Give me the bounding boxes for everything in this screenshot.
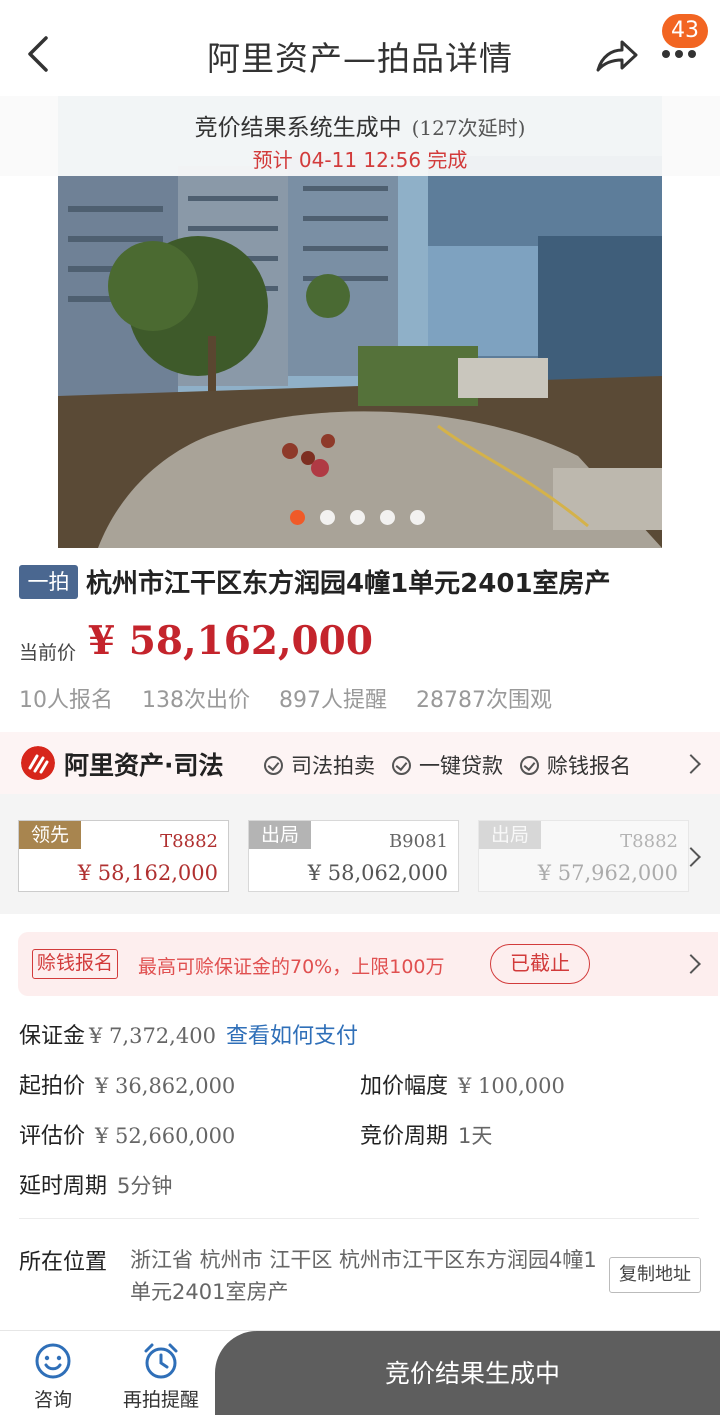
chevron-right-icon[interactable] bbox=[681, 954, 701, 974]
alarm-clock-icon bbox=[144, 1343, 178, 1379]
start-price-value: ¥ 36,862,000 bbox=[95, 1074, 236, 1098]
carousel-dot[interactable] bbox=[350, 510, 365, 525]
bidder-code: T8882 bbox=[160, 831, 218, 852]
credit-registration-banner[interactable]: 赊钱报名 最高可赊保证金的70%，上限100万 已截止 bbox=[18, 932, 718, 996]
credit-registration-text: 最高可赊保证金的70%，上限100万 bbox=[138, 956, 445, 978]
top-nav: 阿里资产—拍品详情 43 bbox=[0, 0, 720, 96]
brand-bar[interactable]: 阿里资产·司法 司法拍卖 一键贷款 赊钱报名 bbox=[0, 732, 720, 794]
item-title: 杭州市江干区东方润园4幢1单元2401室房产 bbox=[86, 569, 611, 599]
deposit-value: ¥ 7,372,400 bbox=[89, 1024, 216, 1048]
bid-amount: ¥ 58,162,000 bbox=[77, 861, 218, 885]
bid-status: 出局 bbox=[479, 821, 541, 849]
check-circle-icon bbox=[520, 756, 539, 775]
brand-name: 阿里资产·司法 bbox=[64, 751, 224, 780]
bid-amount: ¥ 57,962,000 bbox=[537, 861, 678, 885]
stat-registrations: 10人报名 bbox=[19, 688, 113, 713]
stat-views: 28787次围观 bbox=[416, 688, 552, 713]
bidding-cycle-value: 1天 bbox=[458, 1124, 493, 1148]
chevron-right-icon[interactable] bbox=[681, 754, 701, 774]
closed-button[interactable]: 已截止 bbox=[490, 944, 590, 984]
bottom-action-bar: 咨询 再拍提醒 竞价结果生成中 bbox=[0, 1330, 720, 1415]
auction-stats: 10人报名 138次出价 897人提醒 28787次围观 bbox=[19, 682, 574, 714]
carousel-dot[interactable] bbox=[380, 510, 395, 525]
headset-icon bbox=[35, 1343, 71, 1379]
bidding-cycle-row: 竞价周期 1天 bbox=[360, 1124, 493, 1149]
stat-reminders: 897人提醒 bbox=[279, 688, 387, 713]
share-icon[interactable] bbox=[594, 36, 640, 76]
delay-cycle-row: 延时周期 5分钟 bbox=[19, 1174, 173, 1199]
bidder-code: T8882 bbox=[620, 831, 678, 852]
feature-one-click-loan: 一键贷款 bbox=[392, 750, 503, 780]
consult-button[interactable]: 咨询 bbox=[8, 1341, 98, 1412]
bidder-code: B9081 bbox=[388, 831, 448, 852]
delay-count: (127次延时) bbox=[411, 116, 526, 140]
check-circle-icon bbox=[264, 756, 283, 775]
ali-assets-logo-icon bbox=[21, 746, 55, 780]
bid-status: 出局 bbox=[249, 821, 311, 849]
increment-value: ¥ 100,000 bbox=[458, 1074, 565, 1098]
bid-amount: ¥ 58,062,000 bbox=[307, 861, 448, 885]
auction-status-overlay: 竞价结果系统生成中 (127次延时) 预计 04-11 12:56 完成 bbox=[0, 96, 720, 176]
how-to-pay-link[interactable]: 查看如何支付 bbox=[226, 1024, 358, 1049]
rebid-reminder-button[interactable]: 再拍提醒 bbox=[116, 1341, 206, 1412]
bid-status: 领先 bbox=[19, 821, 81, 849]
bid-record[interactable]: 出局 T8882 ¥ 57,962,000 bbox=[478, 820, 689, 892]
start-price-row: 起拍价 ¥ 36,862,000 bbox=[19, 1074, 236, 1099]
bidding-result-button[interactable]: 竞价结果生成中 bbox=[215, 1331, 720, 1415]
feature-judicial-auction: 司法拍卖 bbox=[264, 750, 375, 780]
price-label: 当前价 bbox=[19, 642, 77, 664]
carousel-dot[interactable] bbox=[290, 510, 305, 525]
stat-bids: 138次出价 bbox=[142, 688, 250, 713]
current-price: ¥ 58,162,000 bbox=[88, 618, 373, 664]
consult-label: 咨询 bbox=[33, 1389, 72, 1411]
bid-record[interactable]: 出局 B9081 ¥ 58,062,000 bbox=[248, 820, 459, 892]
rebid-reminder-label: 再拍提醒 bbox=[122, 1389, 199, 1411]
eta-text: 预计 04-11 12:56 完成 bbox=[252, 148, 468, 172]
notification-badge: 43 bbox=[662, 14, 708, 48]
feature-credit-registration: 赊钱报名 bbox=[520, 750, 631, 780]
credit-registration-tag: 赊钱报名 bbox=[32, 949, 119, 979]
location-label: 所在位置 bbox=[19, 1250, 108, 1275]
increment-row: 加价幅度 ¥ 100,000 bbox=[360, 1074, 565, 1099]
carousel-dot[interactable] bbox=[320, 510, 335, 525]
divider bbox=[19, 1218, 699, 1219]
copy-address-button[interactable]: 复制地址 bbox=[609, 1257, 701, 1293]
status-text: 竞价结果系统生成中 bbox=[194, 115, 402, 141]
appraisal-row: 评估价 ¥ 52,660,000 bbox=[19, 1124, 236, 1149]
auction-round-tag: 一拍 bbox=[19, 565, 78, 599]
bid-record[interactable]: 领先 T8882 ¥ 58,162,000 bbox=[18, 820, 229, 892]
deposit-row: 保证金 ¥ 7,372,400 查看如何支付 bbox=[19, 1024, 358, 1049]
bid-records[interactable]: 领先 T8882 ¥ 58,162,000 出局 B9081 ¥ 58,062,… bbox=[0, 794, 720, 914]
delay-cycle-value: 5分钟 bbox=[117, 1174, 173, 1198]
location-value: 浙江省 杭州市 江干区 杭州市江干区东方润园4幢1单元2401室房产 bbox=[130, 1248, 597, 1304]
carousel-dot[interactable] bbox=[410, 510, 425, 525]
check-circle-icon bbox=[392, 756, 411, 775]
appraisal-value: ¥ 52,660,000 bbox=[95, 1124, 236, 1148]
